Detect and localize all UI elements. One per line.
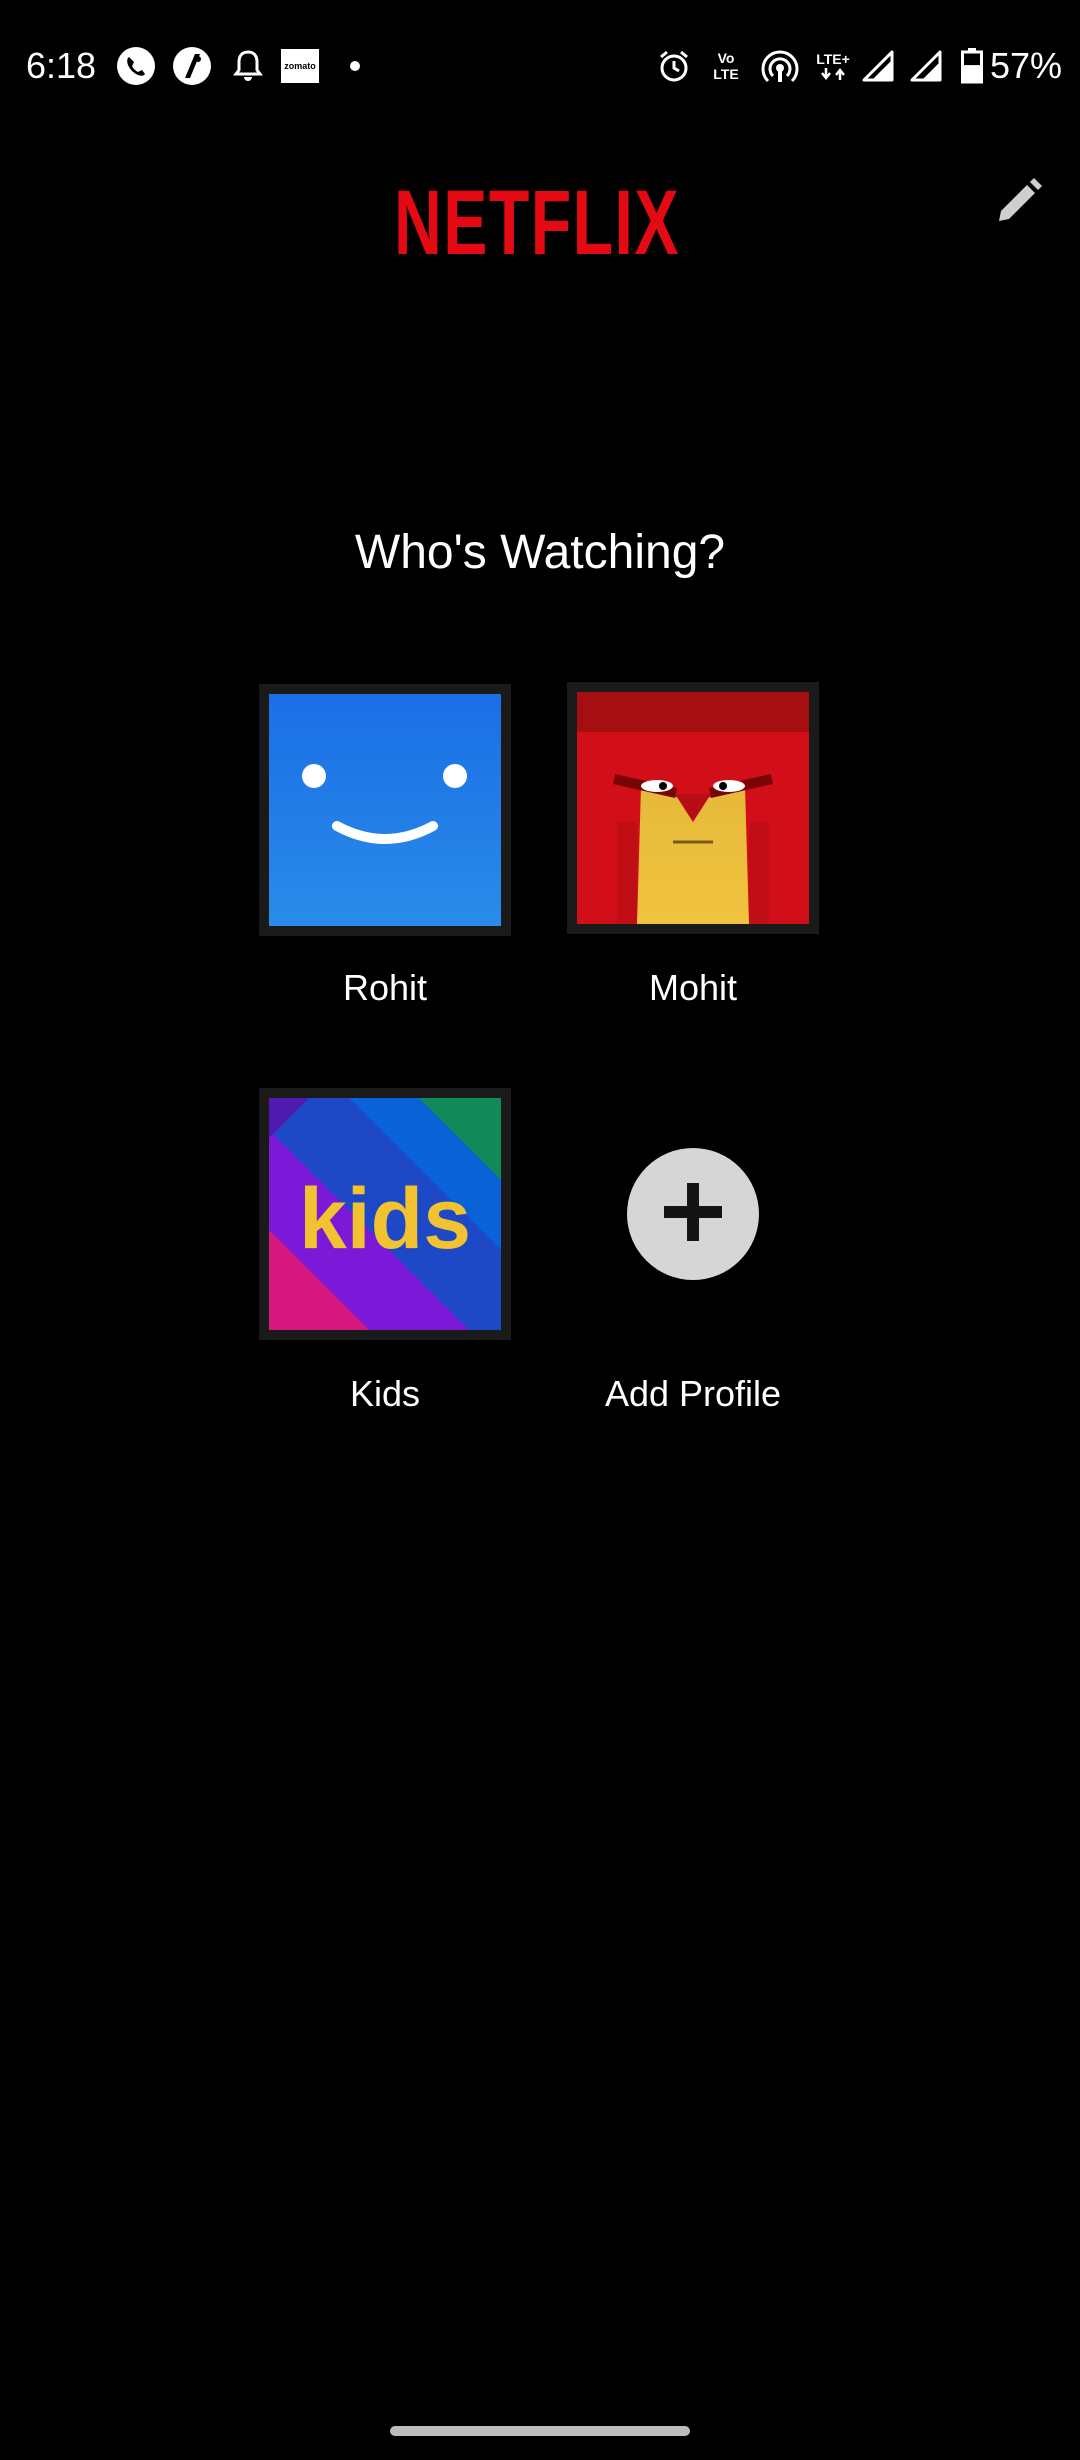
pencil-icon	[993, 177, 1043, 232]
add-profile-circle	[627, 1148, 759, 1280]
red-yellow-face-avatar-icon	[577, 692, 809, 924]
profile-name: Mohit	[648, 967, 738, 1008]
add-profile-label: Add Profile	[604, 1373, 782, 1414]
kids-avatar-icon: kids	[269, 1098, 501, 1330]
dot-icon	[344, 44, 366, 88]
plus-icon	[658, 1177, 728, 1252]
signal-icon-2	[906, 44, 946, 88]
phone-call-icon	[114, 44, 158, 88]
profile-name: Rohit	[342, 967, 428, 1008]
netflix-logo: NETFLIX	[388, 170, 688, 274]
volte-icon: Vo LTE	[706, 44, 746, 88]
signal-icon	[858, 44, 898, 88]
edit-profiles-button[interactable]	[986, 172, 1050, 236]
app-notification-icon	[170, 44, 214, 88]
battery-icon	[958, 44, 986, 88]
profile-rohit[interactable]: Rohit	[235, 684, 535, 1014]
avatar	[567, 682, 819, 934]
smiley-blue-avatar-icon	[269, 694, 501, 926]
page-title: Who's Watching?	[354, 526, 726, 579]
logo-text: NETFLIX	[394, 172, 680, 270]
status-time: 6:18	[26, 45, 97, 86]
volte-label-top: Vo	[717, 50, 735, 66]
home-indicator[interactable]	[390, 2426, 690, 2436]
kids-avatar-text: kids	[299, 1171, 471, 1267]
hotspot-icon	[760, 44, 800, 88]
volte-label-bottom: LTE	[713, 66, 739, 82]
profile-mohit[interactable]: Mohit	[543, 682, 843, 1012]
battery-percent: 57%	[990, 45, 1063, 86]
lte-plus-label: LTE+	[816, 51, 850, 67]
zomato-icon: zomato	[280, 44, 320, 88]
bell-icon	[226, 44, 270, 88]
zomato-label: zomato	[281, 49, 319, 83]
lte-plus-icon: LTE+	[810, 44, 856, 88]
add-profile-button[interactable]: Add Profile	[543, 1088, 843, 1418]
alarm-icon	[654, 44, 694, 88]
profile-kids[interactable]: kids Kids	[235, 1088, 535, 1418]
status-bar: 6:18 zomato Vo LTE LTE+ 57%	[0, 0, 1080, 134]
avatar: kids	[259, 1088, 511, 1340]
profile-name: Kids	[349, 1373, 421, 1414]
avatar	[259, 684, 511, 936]
